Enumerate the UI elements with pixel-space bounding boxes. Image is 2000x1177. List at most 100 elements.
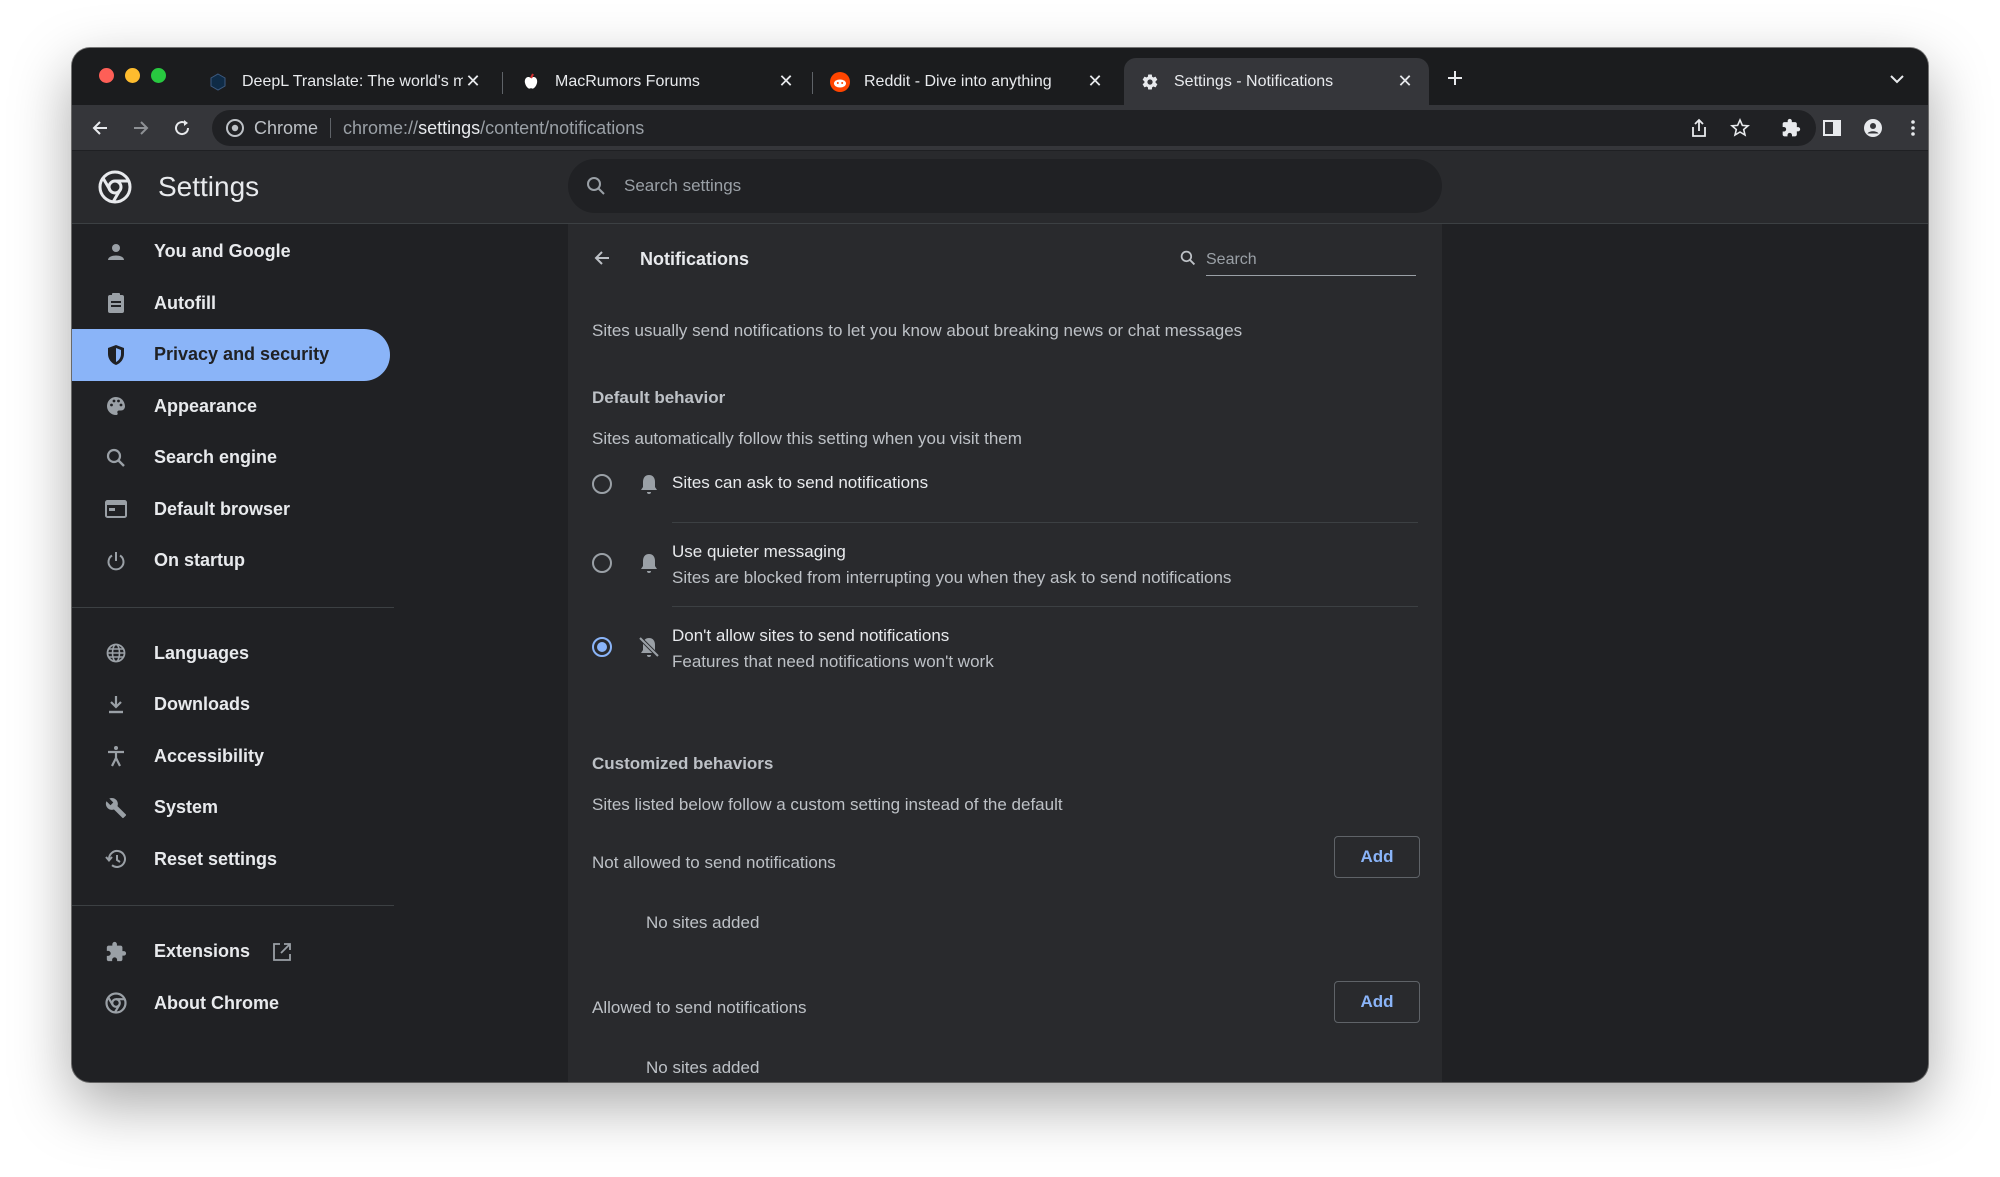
sidebar-item-extensions[interactable]: Extensions (72, 926, 390, 978)
sidebar-item-languages[interactable]: Languages (72, 628, 390, 680)
add-not-allowed-button[interactable]: Add (1334, 836, 1420, 878)
gear-icon (1140, 72, 1160, 92)
extensions-button[interactable] (1779, 116, 1803, 140)
palette-icon (104, 394, 128, 418)
tab-deepl[interactable]: DeepL Translate: The world's m ✕ (192, 58, 497, 105)
minimize-window-button[interactable] (125, 68, 140, 83)
option-label: Sites can ask to send notifications (672, 473, 929, 492)
bell-icon (638, 473, 660, 495)
subpage-header: Notifications (568, 224, 1442, 294)
empty-list-note: No sites added (646, 1058, 760, 1077)
close-window-button[interactable] (99, 68, 114, 83)
option-sites-can-ask[interactable]: Sites can ask to send notifications (592, 462, 1418, 522)
sidebar-item-label: You and Google (154, 241, 291, 262)
option-label: Don't allow sites to send notifications (672, 626, 950, 645)
sidebar-item-privacy-and-security[interactable]: Privacy and security (72, 329, 390, 381)
power-icon (104, 549, 128, 573)
zoom-window-button[interactable] (151, 68, 166, 83)
reload-button[interactable] (170, 116, 194, 140)
radio-button[interactable] (592, 474, 612, 494)
person-icon (104, 240, 128, 264)
sidebar-item-reset-settings[interactable]: Reset settings (72, 834, 390, 886)
tab-divider (812, 72, 813, 94)
settings-header: Settings (72, 151, 1928, 224)
add-allowed-button[interactable]: Add (1334, 981, 1420, 1023)
radio-button[interactable] (592, 553, 612, 573)
close-icon[interactable]: ✕ (1395, 71, 1415, 92)
reddit-icon (830, 71, 850, 92)
close-icon[interactable]: ✕ (463, 71, 483, 92)
search-settings-box[interactable] (568, 159, 1442, 213)
customized-behaviors-description: Sites listed below follow a custom setti… (592, 795, 1063, 814)
search-icon (1180, 250, 1200, 270)
option-sublabel: Sites are blocked from interrupting you … (672, 568, 1232, 587)
tab-strip: DeepL Translate: The world's m ✕ MacRumo… (72, 48, 1928, 105)
sidebar-item-accessibility[interactable]: Accessibility (72, 731, 390, 783)
empty-list-note: No sites added (646, 913, 760, 932)
sidebar-item-label: Autofill (154, 292, 216, 313)
tab-settings-notifications[interactable]: Settings - Notifications ✕ (1124, 58, 1429, 105)
option-dont-allow[interactable]: Don't allow sites to send notifications … (592, 606, 1418, 690)
option-label: Use quieter messaging (672, 542, 846, 561)
sidebar-item-on-startup[interactable]: On startup (72, 535, 390, 587)
tab-search-button[interactable] (1888, 70, 1908, 90)
search-settings-input[interactable] (624, 176, 1384, 196)
tab-reddit[interactable]: Reddit - Dive into anything ✕ (814, 58, 1119, 105)
sidebar-item-default-browser[interactable]: Default browser (72, 484, 390, 536)
new-tab-button[interactable] (1443, 66, 1467, 90)
settings-sidebar: You and Google Autofill Privacy and secu… (72, 224, 394, 1030)
sidebar-item-search-engine[interactable]: Search engine (72, 432, 390, 484)
share-button[interactable] (1687, 116, 1711, 140)
puzzle-icon (104, 940, 128, 964)
accessibility-icon (104, 744, 128, 768)
sidebar-item-label: Extensions (154, 941, 251, 962)
arrow-left-icon (594, 251, 609, 265)
sidebar-item-label: Languages (154, 642, 250, 663)
subpage-search[interactable] (1180, 244, 1416, 278)
page-title: Settings (158, 171, 260, 202)
address-bar[interactable]: Chrome chrome://settings/content/notific… (212, 110, 1816, 146)
bell-icon (638, 552, 660, 574)
tab-title: MacRumors Forums (555, 72, 700, 90)
chrome-logo-icon (226, 119, 244, 137)
sidebar-item-appearance[interactable]: Appearance (72, 381, 390, 433)
sidebar-item-autofill[interactable]: Autofill (72, 278, 390, 330)
macrumors-icon (521, 72, 541, 92)
sidebar-divider (72, 606, 394, 608)
sidebar-item-system[interactable]: System (72, 782, 390, 834)
open-in-new-icon (272, 942, 292, 962)
sidebar-item-downloads[interactable]: Downloads (72, 679, 390, 731)
chevron-down-icon (1890, 75, 1904, 84)
forward-button[interactable] (129, 116, 153, 140)
close-icon[interactable]: ✕ (1085, 71, 1105, 92)
bookmark-button[interactable] (1728, 116, 1752, 140)
sidebar-item-you-and-google[interactable]: You and Google (72, 226, 390, 278)
sidebar-item-label: Downloads (154, 694, 251, 715)
omnibox-divider (330, 118, 332, 138)
radio-button-checked[interactable] (592, 637, 612, 657)
url-text: chrome://settings/content/notifications (343, 117, 645, 138)
shield-icon (104, 343, 128, 367)
more-vertical-icon (1911, 120, 1915, 136)
sidebar-item-about-chrome[interactable]: About Chrome (72, 978, 390, 1030)
close-icon[interactable]: ✕ (776, 71, 796, 92)
option-sublabel: Features that need notifications won't w… (672, 652, 994, 671)
download-icon (104, 693, 128, 717)
back-button[interactable] (592, 248, 616, 272)
option-quieter-messaging[interactable]: Use quieter messaging Sites are blocked … (592, 522, 1418, 606)
default-behavior-description: Sites automatically follow this setting … (592, 429, 1022, 448)
tab-macrumors[interactable]: MacRumors Forums ✕ (505, 58, 810, 105)
chrome-logo-icon (104, 991, 128, 1015)
browser-toolbar: Chrome chrome://settings/content/notific… (72, 105, 1928, 151)
sidebar-item-label: System (154, 797, 219, 818)
puzzle-icon (1782, 118, 1801, 137)
subpage-title: Notifications (640, 249, 750, 269)
side-panel-button[interactable] (1820, 116, 1844, 140)
plus-icon (1448, 71, 1462, 85)
default-behavior-title: Default behavior (592, 388, 726, 407)
chrome-menu-button[interactable] (1901, 116, 1925, 140)
notifications-card: Notifications Sites usually send notific… (568, 224, 1442, 1082)
subpage-search-input[interactable] (1206, 244, 1416, 276)
back-button[interactable] (88, 116, 112, 140)
profile-button[interactable] (1861, 116, 1885, 140)
